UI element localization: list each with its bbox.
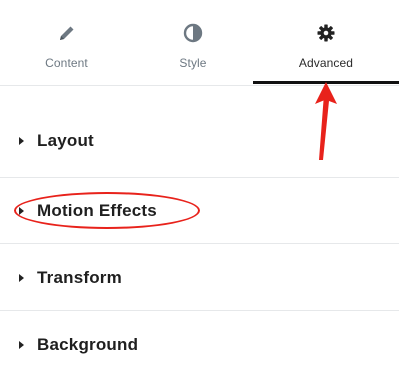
- section-background[interactable]: Background: [0, 311, 399, 381]
- caret-right-icon: [19, 341, 24, 349]
- pencil-icon: [59, 26, 73, 40]
- tab-advanced[interactable]: Advanced: [253, 0, 399, 86]
- section-motion-effects-title: Motion Effects: [37, 201, 157, 220]
- gear-icon: [317, 24, 335, 42]
- section-layout[interactable]: Layout: [0, 86, 399, 178]
- elementor-panel: Content Style Advanced Layout Motion Eff…: [0, 0, 399, 381]
- tab-style-label: Style: [179, 56, 207, 70]
- section-transform[interactable]: Transform: [0, 244, 399, 311]
- active-tab-indicator: [253, 81, 399, 84]
- tab-style[interactable]: Style: [133, 0, 253, 86]
- tab-content-label: Content: [45, 56, 88, 70]
- section-motion-effects[interactable]: Motion Effects: [0, 178, 399, 244]
- section-background-title: Background: [37, 335, 139, 354]
- section-layout-title: Layout: [37, 131, 94, 150]
- half-circle-contrast-icon: [183, 23, 203, 43]
- tab-content[interactable]: Content: [0, 0, 133, 86]
- caret-right-icon: [19, 274, 24, 282]
- tab-advanced-label: Advanced: [298, 56, 354, 70]
- panel-tabs: Content Style Advanced: [0, 0, 399, 86]
- caret-right-icon: [19, 137, 24, 145]
- caret-right-icon: [19, 207, 24, 215]
- section-transform-title: Transform: [37, 268, 122, 287]
